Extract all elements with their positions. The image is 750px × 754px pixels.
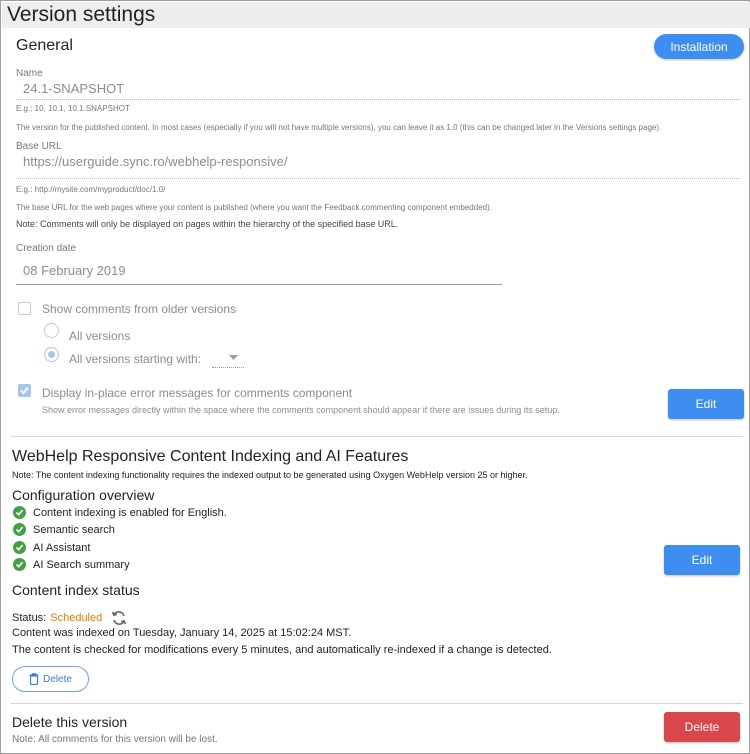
check-circle-icon xyxy=(13,541,26,554)
indexing-edit-button[interactable]: Edit xyxy=(664,545,740,575)
overview-item-label: Content indexing is enabled for English. xyxy=(33,506,227,519)
display-errors-description: Show error messages directly within the … xyxy=(42,405,560,415)
creation-date-label: Creation date xyxy=(16,243,77,254)
content-index-status-title: Content index status xyxy=(12,582,140,598)
radio-versions-starting-with-label: All versions starting with: xyxy=(69,352,202,366)
version-dropdown[interactable] xyxy=(212,350,244,368)
page-title: Version settings xyxy=(7,3,156,26)
section-divider xyxy=(11,703,743,704)
status-prefix: Status: xyxy=(12,612,47,624)
base-url-example: E.g.: http://mysite.com/myproduct/doc/1.… xyxy=(16,185,166,194)
caret-down-icon xyxy=(229,355,238,360)
installation-button[interactable]: Installation xyxy=(654,34,744,59)
indexing-section-title: WebHelp Responsive Content Indexing and … xyxy=(12,448,409,465)
status-row: Status: Scheduled xyxy=(12,610,128,626)
status-value: Scheduled xyxy=(50,612,103,624)
refresh-icon[interactable] xyxy=(110,610,128,626)
creation-date-underline xyxy=(16,284,502,285)
overview-item-label: Semantic search xyxy=(33,523,115,536)
general-section-title: General xyxy=(16,37,73,54)
name-input[interactable]: 24.1-SNAPSHOT xyxy=(23,81,124,96)
base-url-input[interactable]: https://userguide.sync.ro/webhelp-respon… xyxy=(23,154,287,169)
trash-icon xyxy=(29,673,39,685)
delete-version-note: Note: All comments for this version will… xyxy=(12,734,218,745)
section-divider xyxy=(11,436,743,437)
base-url-label: Base URL xyxy=(16,141,62,152)
show-older-checkbox[interactable] xyxy=(18,302,31,315)
overview-item-label: AI Assistant xyxy=(33,541,91,554)
delete-index-button[interactable]: Delete xyxy=(12,666,89,692)
delete-index-label: Delete xyxy=(43,673,72,685)
indexing-note: Note: The content indexing functionality… xyxy=(12,470,528,480)
overview-item-label: AI Search summary xyxy=(33,558,130,571)
overview-item: Content indexing is enabled for English. xyxy=(13,506,227,519)
name-example: E.g.: 10, 10.1, 10.1.SNAPSHOT xyxy=(16,104,130,113)
creation-date-input[interactable]: 08 February 2019 xyxy=(23,263,126,278)
version-settings-panel: Version settings General Installation Na… xyxy=(0,0,750,754)
check-circle-icon xyxy=(13,558,26,571)
general-edit-button[interactable]: Edit xyxy=(668,389,744,419)
name-input-underline xyxy=(16,99,741,100)
show-older-label: Show comments from older versions xyxy=(42,302,237,316)
page-header: Version settings xyxy=(2,2,750,28)
indexed-on-text: Content was indexed on Tuesday, January … xyxy=(12,627,352,639)
display-errors-label: Display in-place error messages for comm… xyxy=(42,386,353,400)
configuration-overview-title: Configuration overview xyxy=(12,487,155,503)
name-help: The version for the published content. I… xyxy=(16,123,662,132)
base-url-input-underline xyxy=(16,178,741,179)
base-url-note: Note: Comments will only be displayed on… xyxy=(16,219,399,229)
checkmark-icon xyxy=(20,386,29,395)
display-errors-checkbox[interactable] xyxy=(18,384,31,397)
overview-item: AI Assistant xyxy=(13,541,90,554)
delete-version-button[interactable]: Delete xyxy=(664,712,740,742)
base-url-help: The base URL for the web pages where you… xyxy=(16,203,492,212)
radio-all-versions-label: All versions xyxy=(69,329,131,343)
overview-item: Semantic search xyxy=(13,523,115,536)
overview-item: AI Search summary xyxy=(13,558,130,571)
name-label: Name xyxy=(16,68,43,79)
radio-all-versions[interactable] xyxy=(44,323,59,338)
delete-version-title: Delete this version xyxy=(12,714,128,730)
check-circle-icon xyxy=(13,506,26,519)
radio-versions-starting-with[interactable] xyxy=(44,347,59,362)
check-circle-icon xyxy=(13,523,26,536)
check-info-text: The content is checked for modifications… xyxy=(12,644,552,656)
